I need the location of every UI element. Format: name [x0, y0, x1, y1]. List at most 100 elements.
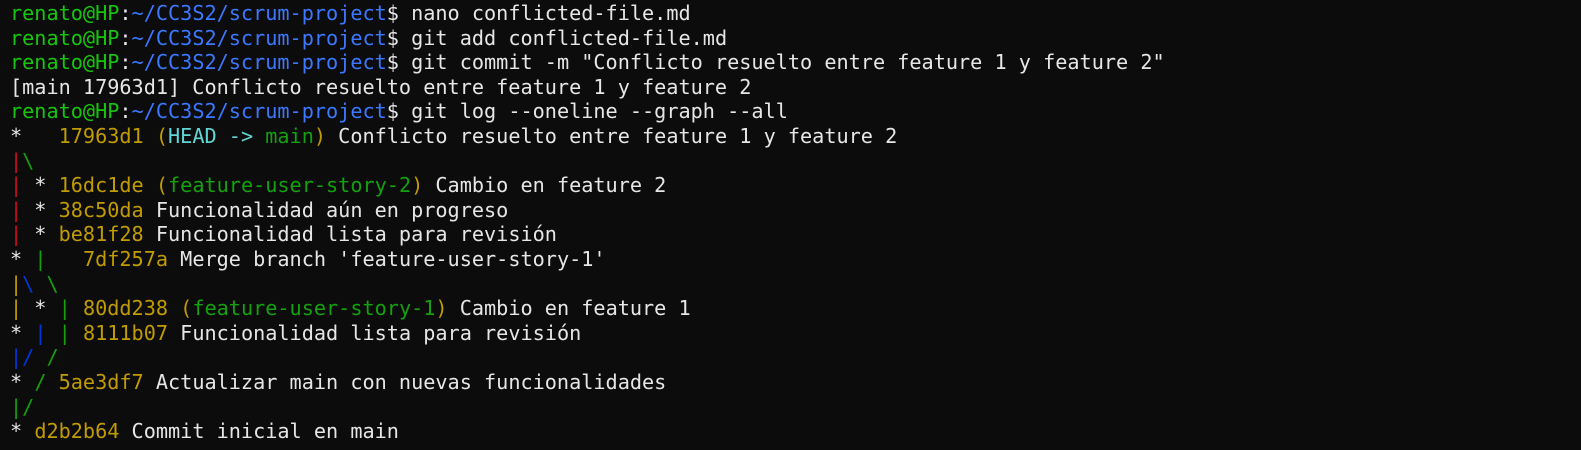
commit-hash: 80dd238: [82, 296, 169, 321]
graph-edge: /: [22, 345, 35, 370]
prompt-symbol: $: [386, 99, 412, 124]
output-text: *: [22, 197, 59, 222]
prompt-path: ~/CC3S2/scrum-project: [131, 25, 387, 50]
prompt-line: renato@HP:~/CC3S2/scrum-project$ git add…: [10, 26, 1581, 51]
graph-edge: |: [10, 197, 23, 222]
graph-edge: |: [10, 345, 23, 370]
prompt-separator: :: [119, 25, 132, 50]
graph-edge: |: [10, 271, 23, 296]
graph-edge: |: [34, 320, 47, 345]
prompt-separator: :: [119, 1, 132, 25]
graph-edge: \: [22, 271, 35, 296]
output-text: [main 17963d1] Conflicto resuelto entre …: [10, 74, 752, 99]
output-text: Actualizar main con nuevas funcionalidad…: [143, 369, 667, 394]
graph-edge: |: [10, 394, 23, 419]
output-text: ): [435, 296, 448, 321]
output-text: *: [22, 296, 59, 321]
graph-edge: |: [34, 246, 47, 271]
commit-hash: d2b2b64: [34, 419, 120, 444]
output-text: Cambio en feature 1: [447, 296, 691, 321]
output-text: *: [10, 246, 35, 271]
output-line: | * 16dc1de (feature-user-story-2) Cambi…: [10, 173, 1581, 198]
output-text: *: [10, 369, 35, 394]
graph-edge: /: [22, 394, 35, 419]
commit-hash: 8111b07: [82, 320, 169, 345]
output-text: Funcionalidad lista para revisión: [168, 320, 582, 345]
output-line: * 17963d1 (HEAD -> main) Conflicto resue…: [10, 124, 1581, 149]
output-text: Funcionalidad aún en progreso: [143, 197, 509, 222]
output-line: |\: [10, 149, 1581, 174]
graph-edge: |: [10, 148, 23, 173]
branch-name: feature-user-story-2: [168, 173, 412, 198]
commit-hash: 5ae3df7: [58, 369, 144, 394]
prompt-symbol: $: [386, 1, 412, 25]
graph-edge: |: [10, 296, 23, 321]
commit-hash: 16dc1de: [58, 173, 144, 198]
commit-hash: be81f28: [58, 222, 144, 247]
output-line: [main 17963d1] Conflicto resuelto entre …: [10, 75, 1581, 100]
output-line: | * | 80dd238 (feature-user-story-1) Cam…: [10, 296, 1581, 321]
output-text: *: [10, 419, 35, 444]
prompt-user: renato@HP: [10, 99, 120, 124]
prompt-path: ~/CC3S2/scrum-project: [131, 50, 387, 75]
output-line: * / 5ae3df7 Actualizar main con nuevas f…: [10, 370, 1581, 395]
output-line: |/: [10, 395, 1581, 420]
commit-hash: 17963d1: [58, 123, 144, 148]
output-line: | * be81f28 Funcionalidad lista para rev…: [10, 222, 1581, 247]
graph-edge: \: [22, 148, 35, 173]
output-text: *: [22, 173, 59, 198]
output-text: Commit inicial en main: [119, 419, 399, 444]
prompt-path: ~/CC3S2/scrum-project: [131, 1, 387, 25]
command-text: git commit -m "Conflicto resuelto entre …: [411, 50, 1165, 75]
graph-edge: |: [10, 173, 23, 198]
graph-edge: |: [58, 320, 71, 345]
prompt-symbol: $: [386, 50, 412, 75]
prompt-separator: :: [119, 99, 132, 124]
output-text: *: [10, 320, 35, 345]
output-text: Funcionalidad lista para revisión: [143, 222, 557, 247]
branch-name: feature-user-story-1: [192, 296, 436, 321]
output-line: * | 7df257a Merge branch 'feature-user-s…: [10, 247, 1581, 272]
prompt-user: renato@HP: [10, 50, 120, 75]
output-text: (: [180, 296, 193, 321]
output-text: (: [155, 123, 169, 148]
commit-hash: 38c50da: [58, 197, 144, 222]
head-pointer: HEAD ->: [168, 123, 266, 148]
prompt-user: renato@HP: [10, 1, 120, 25]
output-text: (: [155, 173, 169, 198]
output-text: ): [313, 123, 327, 148]
output-line: |/ /: [10, 345, 1581, 370]
branch-name: main: [265, 123, 314, 148]
command-text: git add conflicted-file.md: [411, 25, 728, 50]
output-text: Conflicto resuelto entre feature 1 y fea…: [326, 123, 898, 148]
prompt-line: renato@HP:~/CC3S2/scrum-project$ nano co…: [10, 1, 1581, 26]
command-text: nano conflicted-file.md: [411, 1, 691, 25]
graph-edge: \: [46, 271, 59, 296]
terminal-window[interactable]: renato@HP:~/CC3S2/scrum-project$ nano co…: [0, 0, 1581, 450]
output-line: * | | 8111b07 Funcionalidad lista para r…: [10, 321, 1581, 346]
output-text: ): [411, 173, 424, 198]
graph-edge: /: [46, 345, 59, 370]
prompt-separator: :: [119, 50, 132, 75]
output-line: * d2b2b64 Commit inicial en main: [10, 419, 1581, 444]
prompt-symbol: $: [386, 25, 412, 50]
commit-hash: 7df257a: [82, 246, 169, 271]
output-text: Merge branch 'feature-user-story-1': [168, 246, 606, 271]
prompt-line: renato@HP:~/CC3S2/scrum-project$ git log…: [10, 99, 1581, 124]
graph-edge: /: [34, 369, 47, 394]
graph-edge: |: [58, 296, 71, 321]
output-text: *: [10, 123, 59, 148]
output-line: | * 38c50da Funcionalidad aún en progres…: [10, 198, 1581, 223]
prompt-line: renato@HP:~/CC3S2/scrum-project$ git com…: [10, 50, 1581, 75]
graph-edge: |: [10, 222, 23, 247]
